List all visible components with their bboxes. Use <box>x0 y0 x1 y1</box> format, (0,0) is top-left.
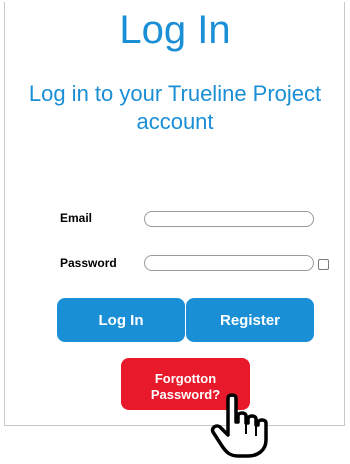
email-field[interactable] <box>144 211 314 227</box>
login-button[interactable]: Log In <box>57 298 185 342</box>
email-label: Email <box>60 211 93 225</box>
page-subtitle-text: Log in to your Trueline Project account <box>28 81 322 134</box>
forgot-password-line1: Forgotton <box>154 370 217 386</box>
password-field[interactable] <box>144 255 314 271</box>
show-password-checkbox[interactable] <box>318 259 329 270</box>
register-button[interactable]: Register <box>186 298 314 342</box>
password-label: Password <box>60 256 117 270</box>
login-page: Log In Log in to your Trueline Project a… <box>0 0 350 464</box>
hand-pointer-icon <box>210 393 268 458</box>
page-title: Log In <box>119 8 231 52</box>
page-subtitle: Log in to your Trueline Project account <box>0 80 350 136</box>
